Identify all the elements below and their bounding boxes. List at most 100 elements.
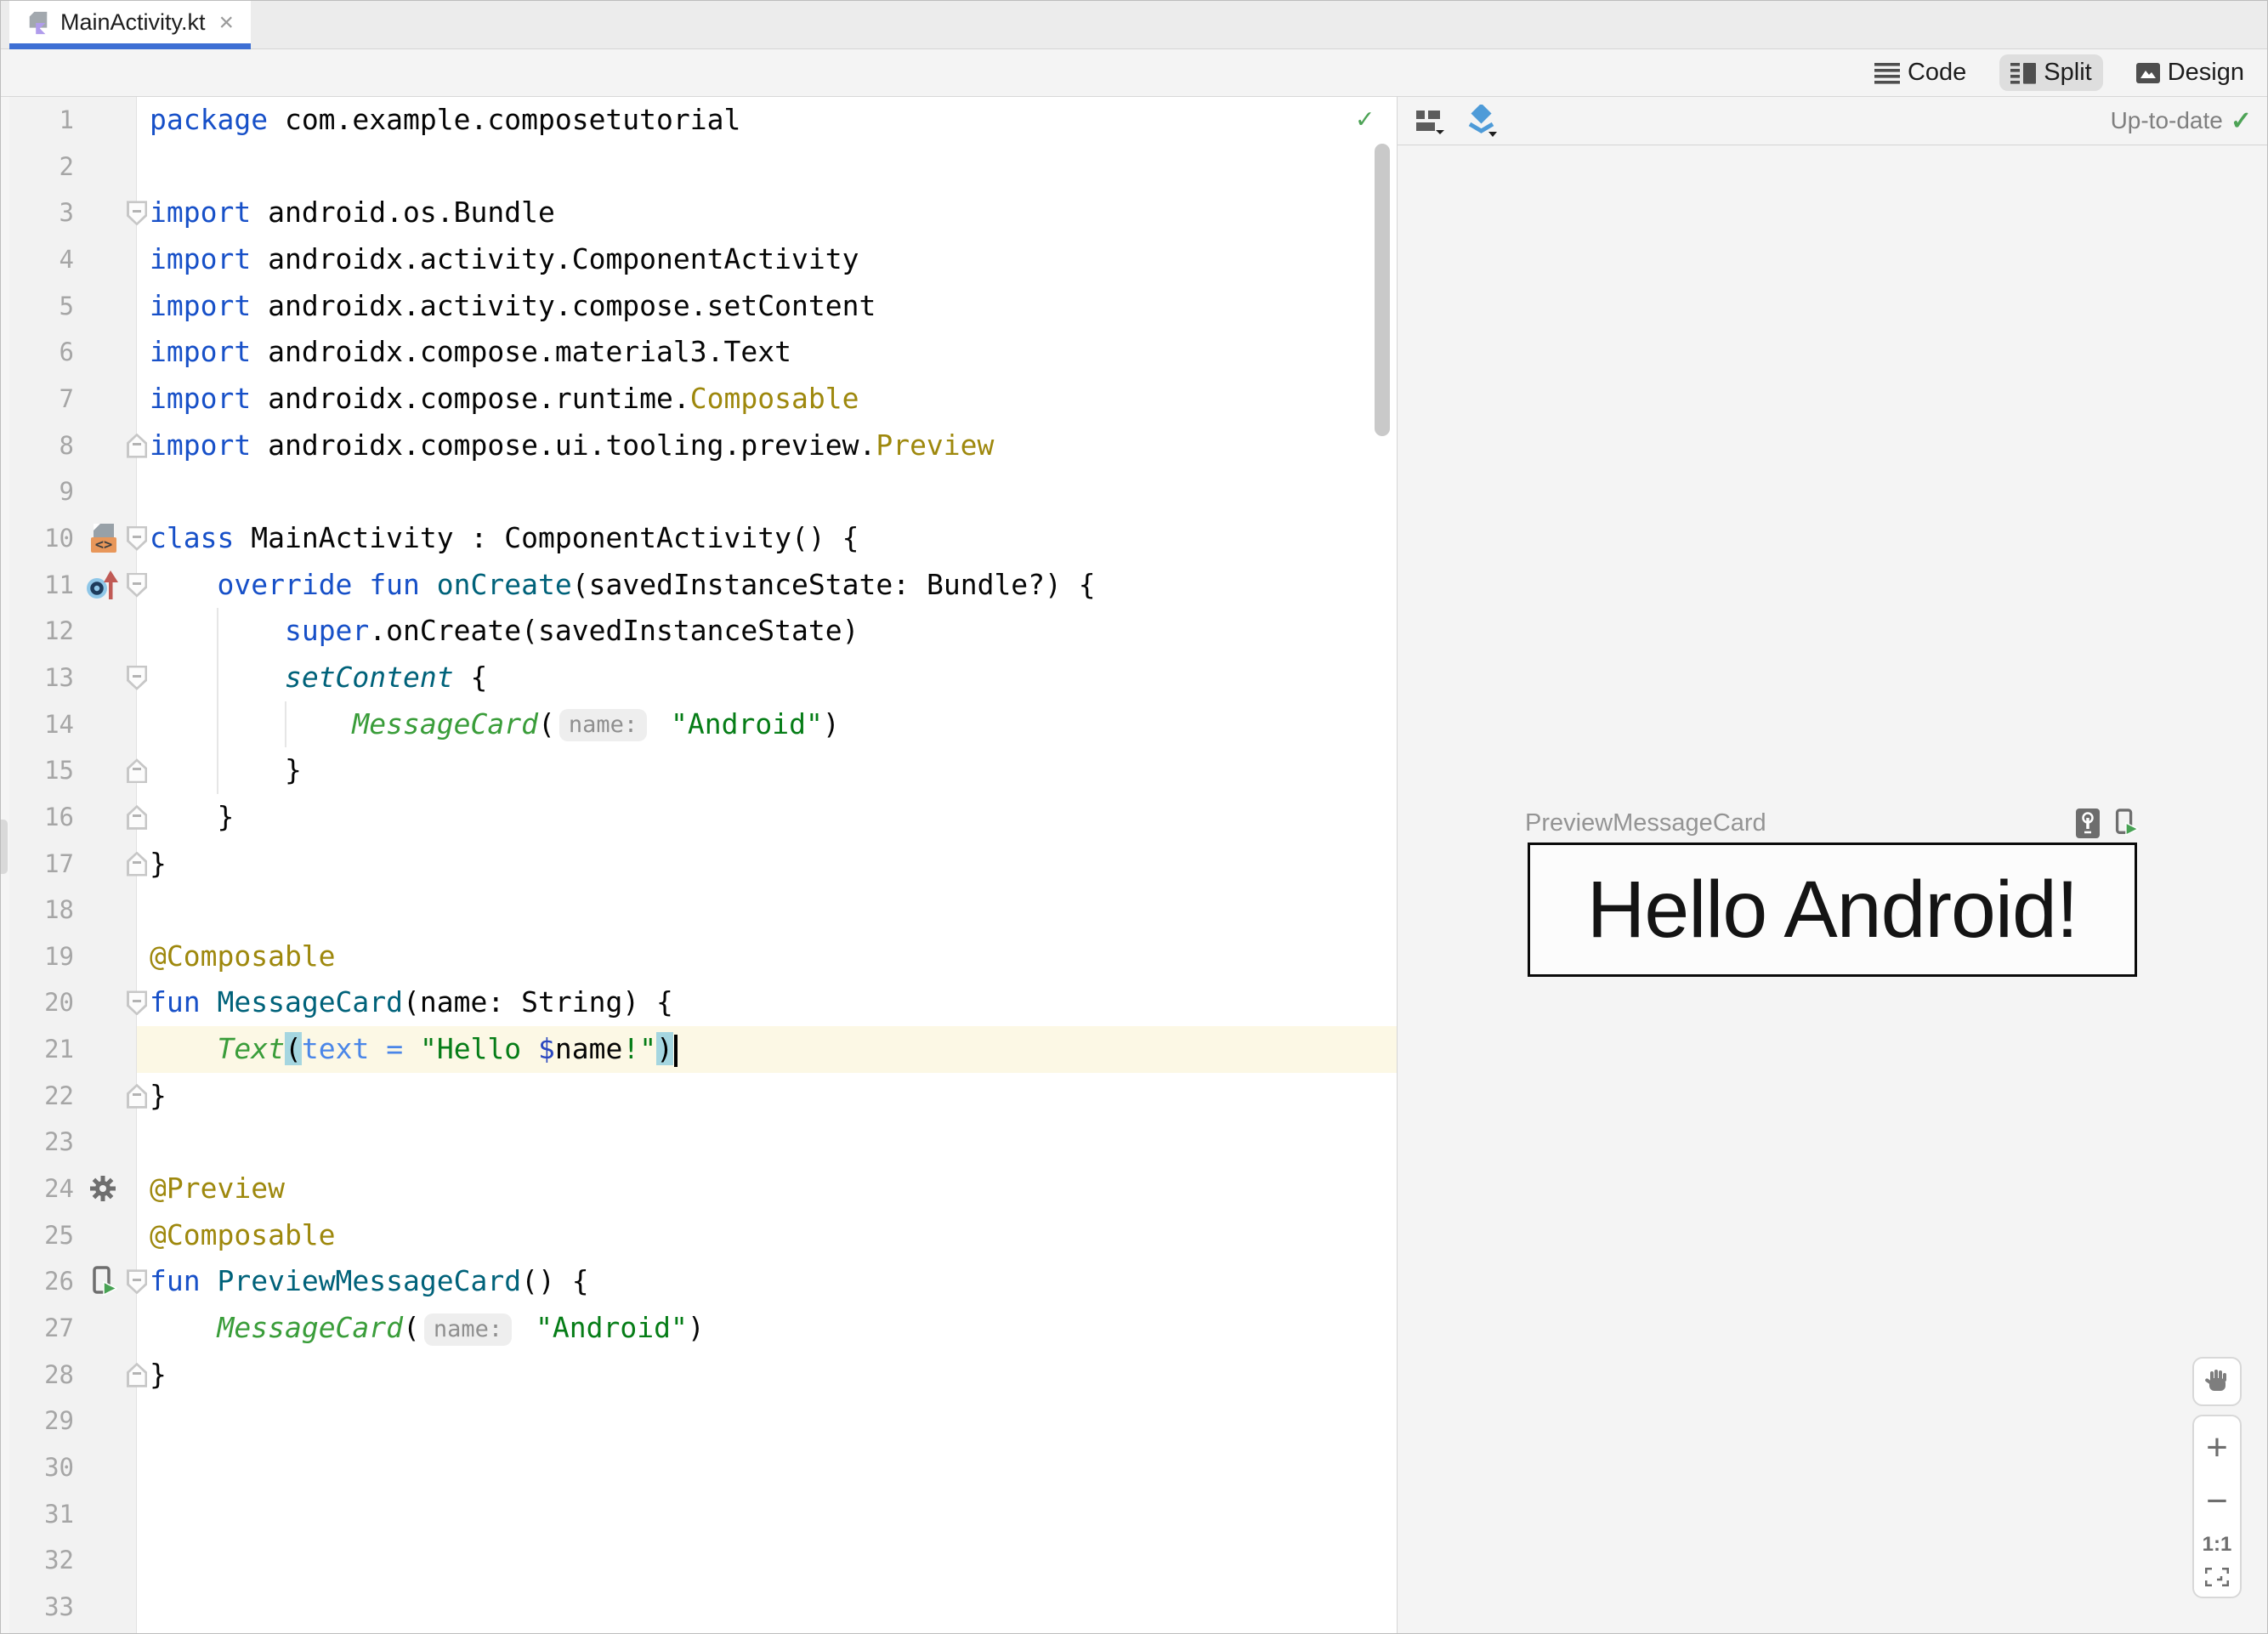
zoom-out-button[interactable]: − xyxy=(2194,1480,2240,1523)
code-text[interactable]: override fun onCreate(savedInstanceState… xyxy=(137,562,1397,609)
code-text[interactable] xyxy=(137,1537,1397,1584)
code-text[interactable]: import androidx.compose.ui.tooling.previ… xyxy=(137,423,1397,469)
code-text[interactable]: } xyxy=(137,1073,1397,1120)
code-text[interactable]: Text(text = "Hello $name!") xyxy=(137,1026,1397,1073)
code-token: Preview xyxy=(876,428,995,462)
gutter-cell: 31 xyxy=(9,1491,137,1538)
line-number: 32 xyxy=(44,1546,74,1575)
code-line: 9 xyxy=(9,468,1397,515)
code-text[interactable]: } xyxy=(137,794,1397,841)
code-text[interactable]: fun PreviewMessageCard() { xyxy=(137,1258,1397,1305)
line-number: 14 xyxy=(44,709,74,739)
code-text[interactable] xyxy=(137,1398,1397,1444)
code-line: 23 xyxy=(9,1119,1397,1166)
tool-stripe-handle[interactable] xyxy=(1,820,8,874)
code-token: ( xyxy=(537,706,555,740)
gutter-cell: 3 xyxy=(9,190,147,236)
code-text[interactable]: } xyxy=(137,841,1397,888)
code-token: MessageCard xyxy=(217,985,404,1019)
zoom-to-fit-button[interactable] xyxy=(2194,1567,2240,1586)
gutter-cell: 25 xyxy=(9,1212,137,1259)
code-text[interactable]: class MainActivity : ComponentActivity()… xyxy=(137,515,1397,562)
code-text[interactable] xyxy=(137,1119,1397,1166)
indent-guide xyxy=(285,701,286,747)
code-line: 33 xyxy=(9,1584,1397,1631)
code-text[interactable]: import androidx.compose.material3.Text xyxy=(137,329,1397,376)
mode-code-button[interactable]: Code xyxy=(1863,54,1977,91)
override-icon[interactable] xyxy=(82,566,123,604)
hand-icon xyxy=(2203,1367,2231,1396)
code-line: 6 import androidx.compose.material3.Text xyxy=(9,329,1397,376)
code-text[interactable]: @Preview xyxy=(137,1166,1397,1212)
zoom-actual-size-button[interactable]: 1:1 xyxy=(2194,1533,2240,1557)
code-text[interactable]: @Composable xyxy=(137,1212,1397,1259)
preview-card-header: PreviewMessageCard xyxy=(1525,804,2139,842)
mode-design-button[interactable]: Design xyxy=(2125,54,2255,91)
code-text[interactable]: fun MessageCard(name: String) { xyxy=(137,979,1397,1026)
editor-scrollbar[interactable] xyxy=(1375,144,1390,436)
code-token: android.os.Bundle xyxy=(251,196,555,230)
line-number: 23 xyxy=(44,1127,74,1157)
activity-icon[interactable]: <> xyxy=(82,519,123,557)
line-number: 19 xyxy=(44,941,74,971)
mode-split-button[interactable]: Split xyxy=(1999,54,2103,91)
code-text[interactable]: import androidx.activity.ComponentActivi… xyxy=(137,236,1397,283)
svg-text:<>: <> xyxy=(95,536,112,553)
code-text[interactable]: import android.os.Bundle xyxy=(137,190,1397,236)
code-text[interactable]: setContent { xyxy=(137,655,1397,701)
gutter-cell: 14 xyxy=(9,701,137,748)
gutter-cell: 1 xyxy=(9,97,137,144)
code-token: text xyxy=(301,1032,370,1066)
code-text[interactable]: import androidx.activity.compose.setCont… xyxy=(137,283,1397,330)
interactive-mode-icon[interactable] xyxy=(2075,808,2101,839)
code-text[interactable]: import androidx.compose.runtime.Composab… xyxy=(137,376,1397,423)
code-text[interactable] xyxy=(137,468,1397,515)
line-number: 12 xyxy=(44,616,74,646)
code-text[interactable]: MessageCard(name: "Android") xyxy=(137,701,1397,748)
zoom-in-button[interactable]: + xyxy=(2194,1427,2240,1469)
code-text[interactable] xyxy=(137,1491,1397,1538)
code-text[interactable]: MessageCard(name: "Android") xyxy=(137,1305,1397,1352)
pan-tool-button[interactable] xyxy=(2192,1357,2242,1406)
code-text[interactable]: } xyxy=(137,747,1397,794)
code-editor[interactable]: 1 package com.example.composetutorial 2 3 im… xyxy=(9,97,1397,1633)
code-text[interactable]: super.onCreate(savedInstanceState) xyxy=(137,608,1397,655)
code-text[interactable]: @Composable xyxy=(137,933,1397,980)
code-text[interactable] xyxy=(137,1444,1397,1491)
parameter-name-hint: name: xyxy=(558,709,648,742)
code-text[interactable]: package com.example.composetutorial xyxy=(137,97,1397,144)
gutter-cell: 30 xyxy=(9,1444,137,1491)
code-text[interactable] xyxy=(137,887,1397,933)
layers-icon[interactable] xyxy=(1464,105,1498,137)
gutter-cell: 7 xyxy=(9,376,137,423)
run-on-device-icon[interactable] xyxy=(2112,808,2139,838)
tab-mainactivity[interactable]: MainActivity.kt × xyxy=(9,1,252,49)
preview-gear-icon[interactable] xyxy=(82,1170,123,1207)
code-text[interactable] xyxy=(137,1631,1397,1633)
preview-status-badge[interactable]: Up-to-date ✓ xyxy=(2111,106,2252,136)
code-token: import xyxy=(150,428,252,462)
view-options-icon[interactable] xyxy=(1415,107,1445,134)
code-line: 10 <> class MainActivity : ComponentActivi… xyxy=(9,515,1397,562)
inspections-ok-icon[interactable]: ✓ xyxy=(1357,102,1373,134)
code-text[interactable]: } xyxy=(137,1352,1397,1399)
line-number: 27 xyxy=(44,1313,74,1343)
code-token: MessageCard xyxy=(352,706,538,740)
line-number: 22 xyxy=(44,1081,74,1110)
code-line: 26 fun PreviewMessageCard() { xyxy=(9,1258,1397,1305)
code-text[interactable] xyxy=(137,144,1397,190)
line-number: 33 xyxy=(44,1592,74,1621)
preview-status-text: Up-to-date xyxy=(2110,107,2223,133)
code-text[interactable] xyxy=(137,1584,1397,1631)
close-icon[interactable]: × xyxy=(219,9,235,36)
line-number: 13 xyxy=(44,662,74,692)
preview-rendered-text: Hello Android! xyxy=(1586,864,2078,955)
run-preview-icon[interactable] xyxy=(82,1263,123,1301)
text-caret xyxy=(674,1034,678,1067)
code-token: } xyxy=(150,846,167,880)
